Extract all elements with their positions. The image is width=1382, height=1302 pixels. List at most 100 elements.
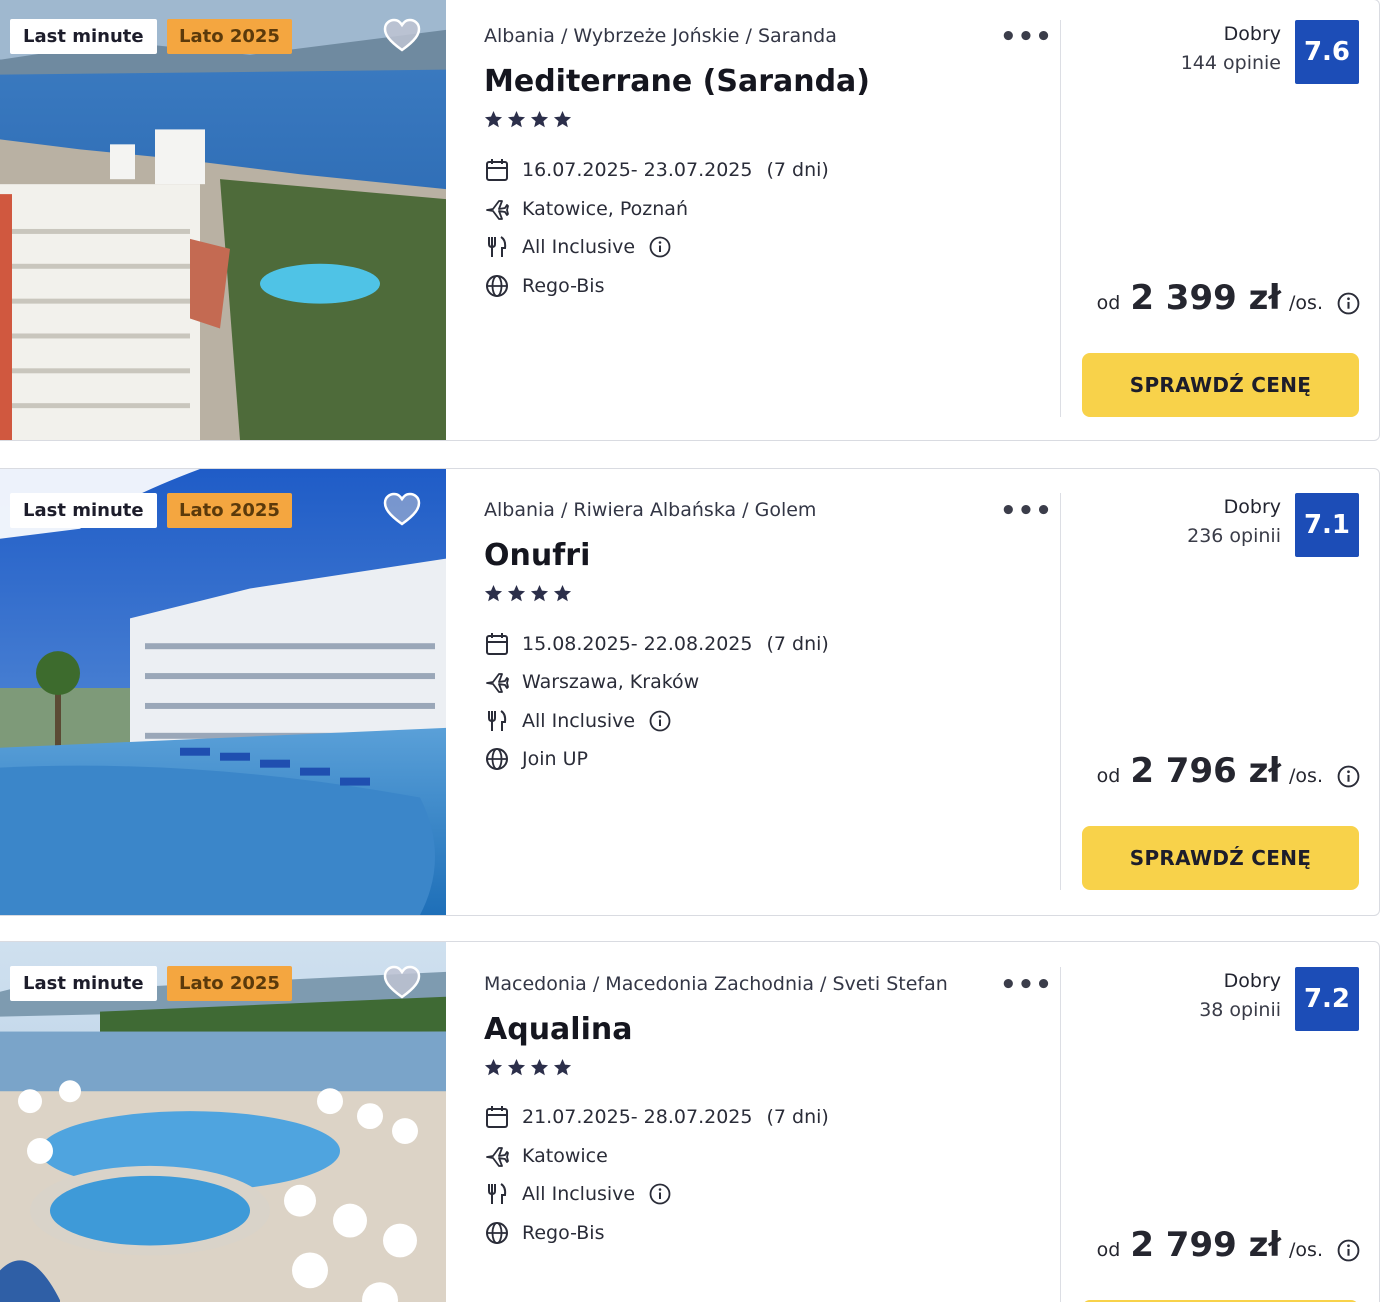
- favorite-heart-icon[interactable]: [382, 490, 422, 530]
- star-icon: [530, 110, 549, 128]
- review-count[interactable]: 38 opinii: [1199, 995, 1281, 1025]
- hotel-name[interactable]: Mediterrane (Saranda): [484, 64, 870, 99]
- more-options-icon[interactable]: •••: [1000, 496, 1053, 526]
- departure-row: Warszawa, Kraków: [484, 669, 699, 695]
- departure-text: Warszawa, Kraków: [522, 671, 700, 693]
- info-icon[interactable]: [649, 1183, 671, 1205]
- offer-card[interactable]: Last minute Lato 2025 Albania / Wybrzeże…: [0, 0, 1380, 441]
- badge-season: Lato 2025: [167, 966, 292, 1001]
- price-line: od 2 796 zł /os.: [1097, 751, 1323, 791]
- dates-text: 16.07.2025- 23.07.2025: [522, 159, 753, 181]
- star-icon: [484, 584, 503, 602]
- hotel-photo-image: [0, 0, 446, 440]
- more-options-icon[interactable]: •••: [1000, 970, 1053, 1000]
- plane-icon: [486, 1147, 509, 1167]
- check-price-button[interactable]: SPRAWDŹ CENĘ: [1082, 826, 1359, 890]
- departure-text: Katowice, Poznań: [522, 198, 688, 220]
- price-info-icon[interactable]: [1337, 765, 1360, 788]
- price-prefix: od: [1096, 292, 1121, 314]
- breadcrumb[interactable]: Albania / Wybrzeże Jońskie / Saranda: [484, 25, 837, 47]
- hotel-name[interactable]: Aqualina: [484, 1012, 632, 1047]
- hotel-name[interactable]: Onufri: [484, 538, 590, 573]
- offer-card[interactable]: Last minute Lato 2025 Macedonia / Macedo…: [0, 941, 1380, 1302]
- review-count[interactable]: 236 opinii: [1187, 521, 1281, 551]
- star-icon: [530, 584, 549, 602]
- star-icon: [507, 110, 526, 128]
- price-info-icon[interactable]: [1337, 1239, 1360, 1262]
- rating-label: Dobry: [1223, 970, 1281, 992]
- hotel-photo-image: [0, 469, 446, 915]
- rating-score-badge: 7.1: [1295, 493, 1359, 557]
- departure-row: Katowice, Poznań: [484, 196, 688, 222]
- price-unit: /os.: [1289, 292, 1323, 314]
- globe-icon: [486, 275, 508, 297]
- badge-season: Lato 2025: [167, 493, 292, 528]
- rating-summary[interactable]: Dobry 236 opinii: [1187, 493, 1281, 551]
- breadcrumb[interactable]: Macedonia / Macedonia Zachodnia / Sveti …: [484, 973, 948, 995]
- badge-season: Lato 2025: [167, 19, 292, 54]
- offer-card[interactable]: Last minute Lato 2025 Albania / Riwiera …: [0, 468, 1380, 916]
- star-icon: [530, 1058, 549, 1076]
- dates-row: 15.08.2025- 22.08.2025 (7 dni): [484, 631, 829, 657]
- board-text: All Inclusive: [522, 710, 636, 732]
- globe-icon: [486, 1222, 508, 1244]
- rating-score-badge: 7.6: [1295, 20, 1359, 84]
- calendar-icon: [486, 633, 508, 655]
- operator-text: Rego-Bis: [522, 1222, 605, 1244]
- star-icon: [507, 584, 526, 602]
- cutlery-icon: [488, 710, 507, 731]
- rating-label: Dobry: [1223, 23, 1281, 45]
- badge-last-minute: Last minute: [10, 19, 157, 54]
- star-icon: [484, 1058, 503, 1076]
- duration-text: (7 dni): [766, 633, 829, 655]
- divider: [1060, 493, 1061, 890]
- dates-text: 15.08.2025- 22.08.2025: [522, 633, 753, 655]
- breadcrumb[interactable]: Albania / Riwiera Albańska / Golem: [484, 499, 816, 521]
- price-unit: /os.: [1289, 765, 1323, 787]
- price-unit: /os.: [1289, 1239, 1323, 1261]
- price-amount: 2 399 zł: [1130, 278, 1282, 318]
- rating-summary[interactable]: Dobry 38 opinii: [1199, 967, 1281, 1025]
- duration-text: (7 dni): [766, 159, 829, 181]
- star-icon: [553, 110, 572, 128]
- favorite-heart-icon[interactable]: [382, 963, 422, 1003]
- favorite-heart-icon[interactable]: [382, 16, 422, 56]
- price-line: od 2 399 zł /os.: [1097, 278, 1323, 318]
- check-price-button[interactable]: SPRAWDŹ CENĘ: [1082, 353, 1359, 417]
- more-options-icon[interactable]: •••: [1000, 22, 1053, 52]
- rating-summary[interactable]: Dobry 144 opinie: [1181, 20, 1281, 78]
- price-prefix: od: [1096, 765, 1121, 787]
- board-text: All Inclusive: [522, 1183, 636, 1205]
- hotel-photo[interactable]: Last minute Lato 2025: [0, 942, 446, 1302]
- divider: [1060, 967, 1061, 1302]
- dates-row: 16.07.2025- 23.07.2025 (7 dni): [484, 157, 829, 183]
- hotel-photo[interactable]: Last minute Lato 2025: [0, 0, 446, 440]
- board-row: All Inclusive: [484, 708, 671, 734]
- operator-row: Rego-Bis: [484, 1220, 604, 1246]
- price-line: od 2 799 zł /os.: [1097, 1225, 1323, 1265]
- hotel-stars: [484, 110, 572, 129]
- dates-text: 21.07.2025- 28.07.2025: [522, 1106, 753, 1128]
- departure-text: Katowice: [522, 1145, 608, 1167]
- price-info-icon[interactable]: [1337, 292, 1360, 315]
- hotel-stars: [484, 1058, 572, 1077]
- badge-last-minute: Last minute: [10, 493, 157, 528]
- hotel-photo[interactable]: Last minute Lato 2025: [0, 469, 446, 915]
- departure-row: Katowice: [484, 1143, 608, 1169]
- calendar-icon: [486, 1106, 508, 1128]
- price-prefix: od: [1096, 1239, 1121, 1261]
- info-icon[interactable]: [649, 236, 671, 258]
- plane-icon: [486, 673, 509, 693]
- board-row: All Inclusive: [484, 1181, 671, 1207]
- duration-text: (7 dni): [766, 1106, 829, 1128]
- info-icon[interactable]: [649, 710, 671, 732]
- badge-last-minute: Last minute: [10, 966, 157, 1001]
- rating-label: Dobry: [1223, 496, 1281, 518]
- review-count[interactable]: 144 opinie: [1181, 48, 1281, 78]
- dates-row: 21.07.2025- 28.07.2025 (7 dni): [484, 1104, 829, 1130]
- price-amount: 2 799 zł: [1130, 1225, 1282, 1265]
- operator-row: Join UP: [484, 746, 588, 772]
- star-icon: [553, 584, 572, 602]
- hotel-stars: [484, 584, 572, 603]
- divider: [1060, 20, 1061, 417]
